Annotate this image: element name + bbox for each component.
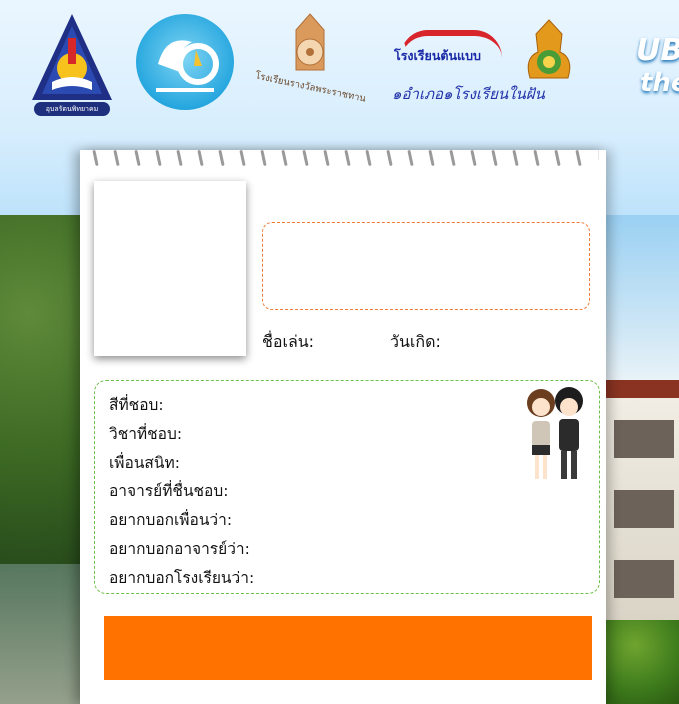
background-building xyxy=(606,380,679,630)
submit-bar[interactable] xyxy=(104,616,592,680)
profile-card: ชื่อเล่น: วันเกิด: สีที่ชอบ: วิชาที่ชอบ:… xyxy=(80,149,606,704)
message-to-school-label: อยากบอกโรงเรียนว่า: xyxy=(109,568,255,587)
spiral-binding xyxy=(80,144,606,172)
message-to-friends-label: อยากบอกเพื่อนว่า: xyxy=(109,511,233,530)
obec-emblem-logo xyxy=(520,18,578,86)
royal-award-emblem-logo: โรงเรียนรางวัลพระราชทาน xyxy=(254,12,367,108)
anniversary-emblem-logo xyxy=(136,14,234,110)
favorite-color-label: สีที่ชอบ: xyxy=(109,396,164,414)
info-field-list: สีที่ชอบ: วิชาที่ชอบ: เพื่อนสนิท: อาจารย… xyxy=(109,391,254,593)
birthday-label: วันเกิด: xyxy=(390,332,441,351)
message-to-teachers-label: อยากบอกอาจารย์ว่า: xyxy=(109,539,250,558)
headline-line2: the xyxy=(640,68,679,98)
info-box: สีที่ชอบ: วิชาที่ชอบ: เพื่อนสนิท: อาจารย… xyxy=(94,380,600,594)
favorite-subject-label: วิชาที่ชอบ: xyxy=(109,424,183,443)
headline-line1: UB xyxy=(636,33,679,68)
favorite-teacher-label: อาจารย์ที่ชื่นชอบ: xyxy=(109,482,229,501)
best-friend-label: เพื่อนสนิท: xyxy=(109,453,180,472)
nickname-label: ชื่อเล่น: xyxy=(262,332,315,351)
headline: UB the xyxy=(636,33,679,99)
model-school-emblem-logo: โรงเรียนต้นแบบ ๑อำเภอ๑โรงเรียนในฝัน xyxy=(392,30,545,114)
background-bush xyxy=(606,620,679,704)
couple-illustration xyxy=(527,387,583,479)
photo-placeholder[interactable] xyxy=(94,181,246,356)
background-sky-photo xyxy=(606,215,679,380)
name-box[interactable] xyxy=(262,222,590,310)
school-emblem-caption: อุบลรัตนพิทยาคม xyxy=(34,102,110,116)
school-emblem-logo: อุบลรัตนพิทยาคม xyxy=(28,12,116,118)
model-school-title: โรงเรียนต้นแบบ xyxy=(394,48,481,63)
